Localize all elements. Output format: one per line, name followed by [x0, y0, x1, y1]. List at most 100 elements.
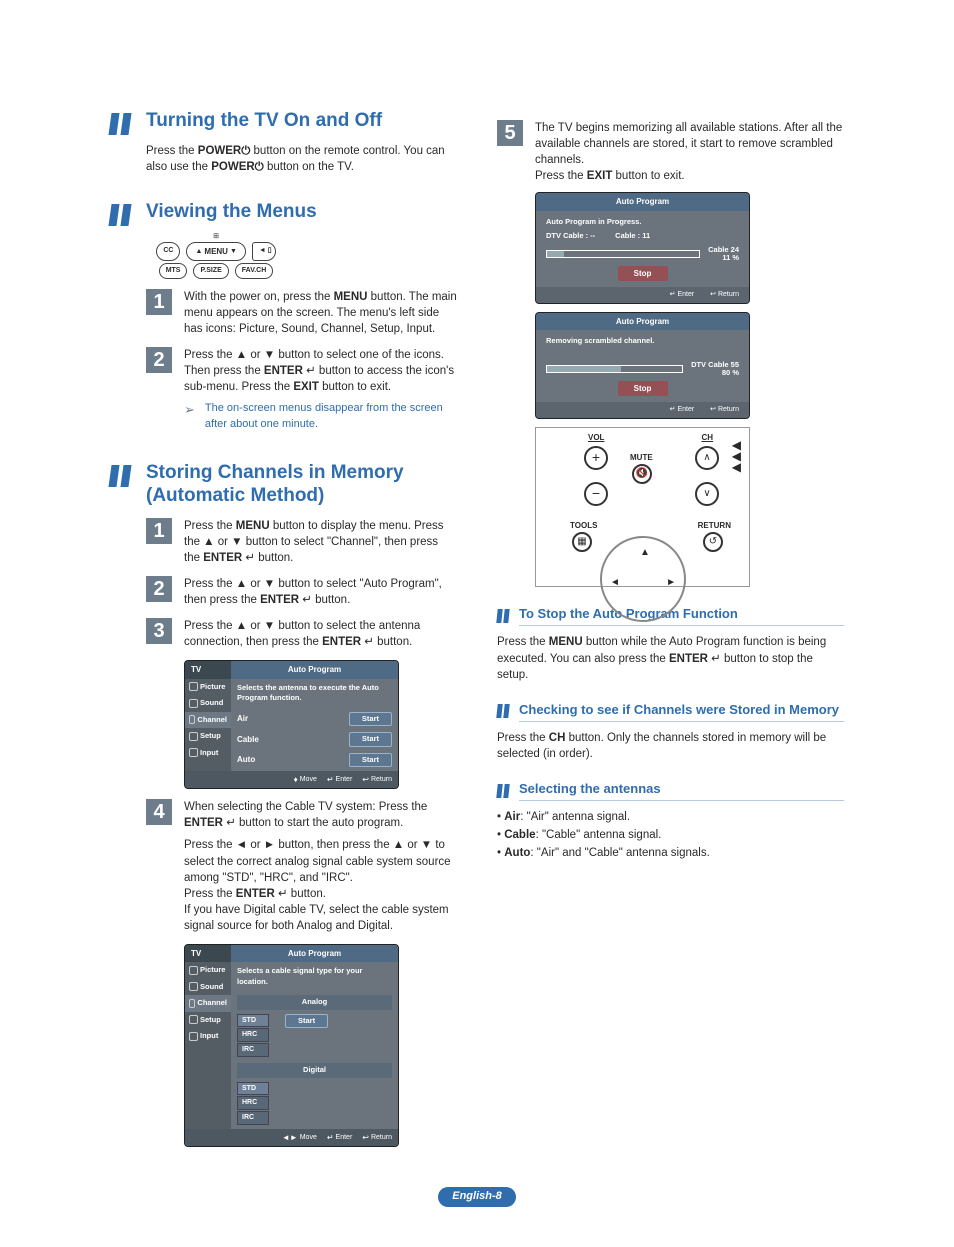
step-text: Press the ▲ or ▼ button to select the an… — [184, 618, 457, 650]
sub-title: Selecting the antennas — [519, 780, 844, 801]
input-icon — [189, 748, 198, 757]
enter-icon: ↵ — [306, 365, 316, 377]
menu-channel: Channel — [197, 715, 227, 726]
note: ➢ The on-screen menus disappear from the… — [184, 401, 457, 432]
vol-down-button: − — [584, 482, 608, 506]
footer-return: Return — [371, 775, 392, 785]
sig-irc: IRC — [237, 1043, 269, 1057]
pbar-label-b: 80 % — [691, 369, 739, 377]
enter-icon: ↵ — [364, 636, 374, 648]
sig-hrc: HRC — [237, 1096, 269, 1110]
channel-icon — [189, 715, 195, 724]
dtv-cable: DTV Cable : -- — [546, 231, 595, 242]
list-item: • Cable: "Cable" antenna signal. — [497, 827, 844, 843]
start-button: Start — [349, 732, 392, 747]
enter-icon: ↵ — [302, 594, 312, 606]
sound-icon — [189, 699, 198, 708]
right-column: 5 The TV begins memorizing all available… — [497, 110, 844, 1157]
enter-icon: ↵ — [278, 888, 288, 900]
osd-title: Auto Program — [231, 945, 398, 962]
step-4: 4 When selecting the Cable TV system: Pr… — [110, 799, 457, 831]
step-text: Press the MENU button to display the men… — [184, 518, 457, 566]
left-column: Turning the TV On and Off Press the POWE… — [110, 110, 457, 1157]
footer-return: Return — [718, 406, 739, 413]
return-label: RETURN — [698, 520, 731, 531]
osd-left-menu: Picture Sound Channel Setup Input — [185, 962, 231, 1129]
osd-title: Auto Program — [536, 193, 749, 210]
setup-icon — [189, 732, 198, 741]
step-number: 1 — [146, 518, 172, 544]
footer-enter: Enter — [336, 1133, 353, 1143]
footer-return: Return — [718, 291, 739, 298]
favch-button: FAV.CH — [235, 263, 274, 279]
step-text: Press the ▲ or ▼ button to select one of… — [184, 347, 457, 395]
step-text: When selecting the Cable TV system: Pres… — [184, 799, 457, 831]
opt-auto: Auto — [237, 754, 255, 765]
step-number: 2 — [146, 576, 172, 602]
mute-label: MUTE — [630, 452, 653, 463]
picture-icon — [189, 682, 198, 691]
page-footer: English-8 — [110, 1187, 844, 1206]
power-label: POWER — [211, 161, 254, 173]
start-button: Start — [349, 753, 392, 768]
remote-control-diagram: VOL CH MUTE + − 🔇 ∧ ∨ TOOLS RETURN ▦ ↺ ▲… — [535, 427, 750, 587]
step-number: 2 — [146, 347, 172, 373]
enter-icon: ↵ — [226, 817, 236, 829]
start-button: Start — [349, 712, 392, 727]
osd-tv-label: TV — [185, 945, 231, 962]
sub-mark-icon — [497, 704, 511, 718]
sig-std: STD — [237, 1014, 269, 1028]
sec1-body: Press the POWER⏻ button on the remote co… — [146, 143, 457, 175]
power-icon: ⏻ — [255, 161, 264, 173]
osd-auto-program-antenna: TV Auto Program Picture Sound Channel Se… — [184, 660, 399, 789]
sub-mark-icon — [497, 784, 511, 798]
section-viewing-menus: Viewing the Menus — [110, 201, 457, 226]
osd-message: Selects a cable signal type for your loc… — [237, 966, 392, 987]
progress-bar — [546, 365, 683, 373]
footer-return: Return — [371, 1133, 392, 1143]
page-number: English-8 — [438, 1187, 516, 1206]
step-number: 4 — [146, 799, 172, 825]
ch-down-button: ∨ — [695, 482, 719, 506]
menu-setup: Setup — [200, 1015, 221, 1026]
mute-button: 🔇 — [632, 464, 652, 484]
sub2-body: Press the CH button. Only the channels s… — [497, 730, 844, 762]
progress-bar — [546, 250, 700, 258]
ch-label: CH — [701, 432, 713, 443]
picture-icon — [189, 966, 198, 975]
menu-setup: Setup — [200, 731, 221, 742]
osd-message: Selects the antenna to execute the Auto … — [237, 683, 392, 704]
sub-checking: Checking to see if Channels were Stored … — [497, 701, 844, 722]
step-number: 3 — [146, 618, 172, 644]
sub-title: Checking to see if Channels were Stored … — [519, 701, 844, 722]
vol-label: VOL — [588, 432, 604, 443]
step-5: 5 The TV begins memorizing all available… — [497, 120, 844, 184]
section-storing-channels: Storing Channels in Memory (Automatic Me… — [110, 462, 457, 508]
tools-button: ▦ — [572, 532, 592, 552]
step-3: 3 Press the ▲ or ▼ button to select the … — [110, 618, 457, 650]
side-button: ◄ ▯ — [252, 242, 276, 261]
start-button: Start — [285, 1014, 328, 1029]
section-title: Storing Channels in Memory (Automatic Me… — [146, 462, 457, 508]
text: button on the TV. — [264, 161, 354, 173]
pbar-label-b: 11 % — [708, 254, 739, 262]
mts-button: MTS — [159, 263, 188, 279]
step-1: 1 With the power on, press the MENU butt… — [110, 289, 457, 337]
step-text: Press the ▲ or ▼ button to select "Auto … — [184, 576, 457, 608]
stop-button: Stop — [618, 266, 668, 281]
menu-input: Input — [200, 1031, 218, 1042]
analog-label: Analog — [237, 995, 392, 1010]
remote-menu-buttons: ⊞ CC ▲MENU▼ ◄ ▯ MTS P.SIZE FAV.CH — [146, 234, 286, 279]
antenna-list: • Air: "Air" antenna signal. • Cable: "C… — [497, 809, 844, 861]
cable: Cable : 11 — [615, 231, 650, 242]
sub-title: To Stop the Auto Program Function — [519, 605, 844, 626]
menu-picture: Picture — [200, 965, 225, 976]
cc-button: CC — [156, 242, 180, 261]
nav-ring: ▲ ◄ ► — [600, 536, 686, 622]
footer-move: Move — [300, 1133, 317, 1143]
vol-up-button: + — [584, 446, 608, 470]
step-number: 1 — [146, 289, 172, 315]
section-title: Viewing the Menus — [146, 201, 317, 224]
sound-icon — [189, 982, 198, 991]
osd-auto-program-progress: Auto Program Auto Program in Progress. D… — [535, 192, 750, 304]
